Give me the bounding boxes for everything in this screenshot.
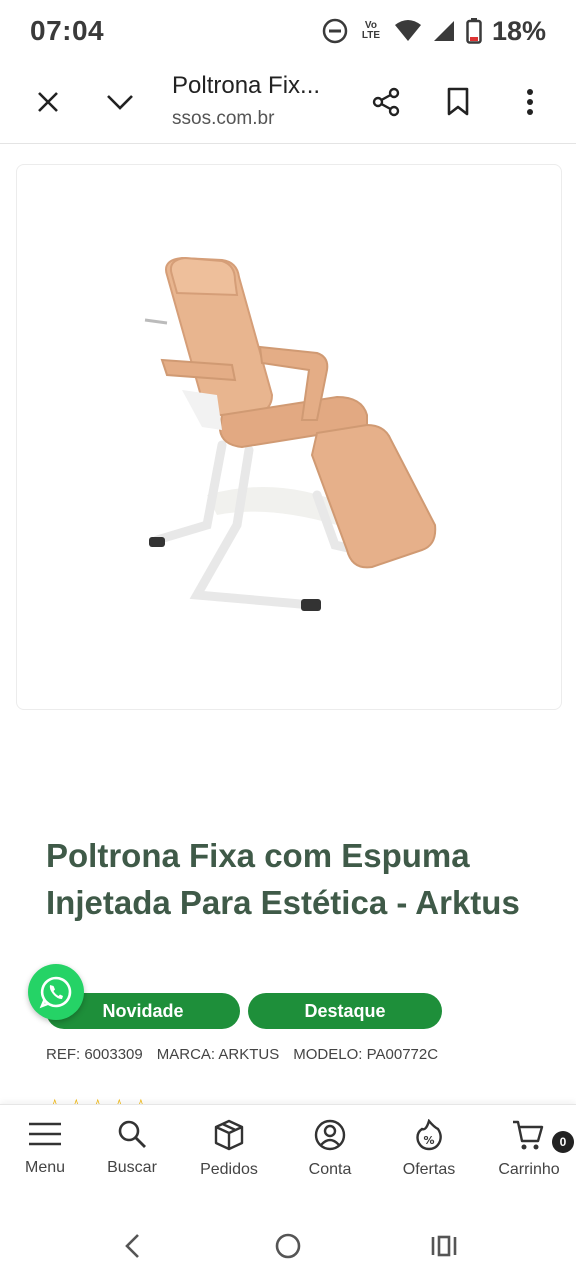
more-options-button[interactable] xyxy=(510,82,550,122)
battery-icon xyxy=(466,18,482,44)
discount-icon: % xyxy=(416,1119,442,1151)
nav-pedidos[interactable]: Pedidos xyxy=(184,1119,274,1179)
more-vertical-icon xyxy=(527,89,533,115)
nav-label: Buscar xyxy=(107,1159,157,1176)
product-image[interactable] xyxy=(16,164,562,710)
browser-toolbar: Poltrona Fix... ssos.com.br xyxy=(0,62,576,144)
whatsapp-icon xyxy=(39,976,72,1009)
home-icon xyxy=(275,1233,301,1259)
status-bar: 07:04 Vo LTE 18% xyxy=(0,0,576,62)
system-home-button[interactable] xyxy=(270,1228,306,1264)
chevron-down-icon xyxy=(107,95,133,110)
box-icon xyxy=(214,1119,244,1151)
nav-menu[interactable]: Menu xyxy=(0,1119,90,1177)
product-model: MODELO: PA00772C xyxy=(293,1046,439,1063)
battery-percent: 18% xyxy=(491,15,546,46)
user-icon xyxy=(314,1119,346,1151)
cart-icon xyxy=(513,1120,544,1150)
nav-carrinho[interactable]: Carrinho 0 xyxy=(484,1119,574,1179)
page-title: Poltrona Fix... xyxy=(172,72,321,99)
search-icon xyxy=(118,1120,146,1148)
system-navigation xyxy=(0,1212,576,1280)
product-badges: Novidade Destaque xyxy=(46,993,442,1029)
volte-label: Vo LTE xyxy=(361,20,381,41)
do-not-disturb-icon xyxy=(322,18,348,44)
nav-conta[interactable]: Conta xyxy=(285,1119,375,1179)
share-button[interactable] xyxy=(366,82,406,122)
close-icon xyxy=(38,92,58,112)
product-title: Poltrona Fixa com Espuma Injetada Para E… xyxy=(46,837,520,921)
svg-text:%: % xyxy=(423,1134,434,1147)
chair-illustration xyxy=(144,256,437,611)
bookmark-button[interactable] xyxy=(438,82,478,122)
status-icons: Vo LTE 18% xyxy=(322,16,546,47)
nav-label: Ofertas xyxy=(402,1161,456,1178)
wifi-icon xyxy=(394,20,421,41)
badge-destaque[interactable]: Destaque xyxy=(248,993,442,1029)
share-icon xyxy=(372,87,400,117)
bottom-navigation: Menu Buscar Pedidos Conta % Ofertas Carr… xyxy=(0,1104,576,1212)
nav-label: Menu xyxy=(24,1159,66,1176)
minimize-button[interactable] xyxy=(100,82,140,122)
nav-buscar[interactable]: Buscar xyxy=(87,1119,177,1177)
bookmark-icon xyxy=(447,87,469,116)
menu-icon xyxy=(29,1122,61,1146)
product-brand: MARCA: ARKTUS xyxy=(156,1046,280,1063)
nav-ofertas[interactable]: % Ofertas xyxy=(384,1119,474,1179)
product-ref: REF: 6003309 xyxy=(46,1046,143,1063)
system-recents-button[interactable] xyxy=(426,1228,462,1264)
close-button[interactable] xyxy=(28,82,68,122)
product-specs: REF: 6003309 MARCA: ARKTUS MODELO: PA007… xyxy=(46,1046,438,1063)
system-back-button[interactable] xyxy=(114,1228,150,1264)
nav-label: Conta xyxy=(308,1161,352,1178)
nav-label: Carrinho xyxy=(498,1161,560,1178)
page-info[interactable]: Poltrona Fix... ssos.com.br xyxy=(172,72,352,130)
recents-icon xyxy=(431,1235,457,1257)
whatsapp-button[interactable] xyxy=(28,964,84,1020)
back-icon xyxy=(125,1234,139,1258)
cart-count-badge: 0 xyxy=(552,1131,574,1153)
signal-icon xyxy=(433,21,454,41)
nav-label: Pedidos xyxy=(200,1161,258,1178)
status-time: 07:04 xyxy=(30,15,105,46)
page-url: ssos.com.br xyxy=(172,108,275,129)
